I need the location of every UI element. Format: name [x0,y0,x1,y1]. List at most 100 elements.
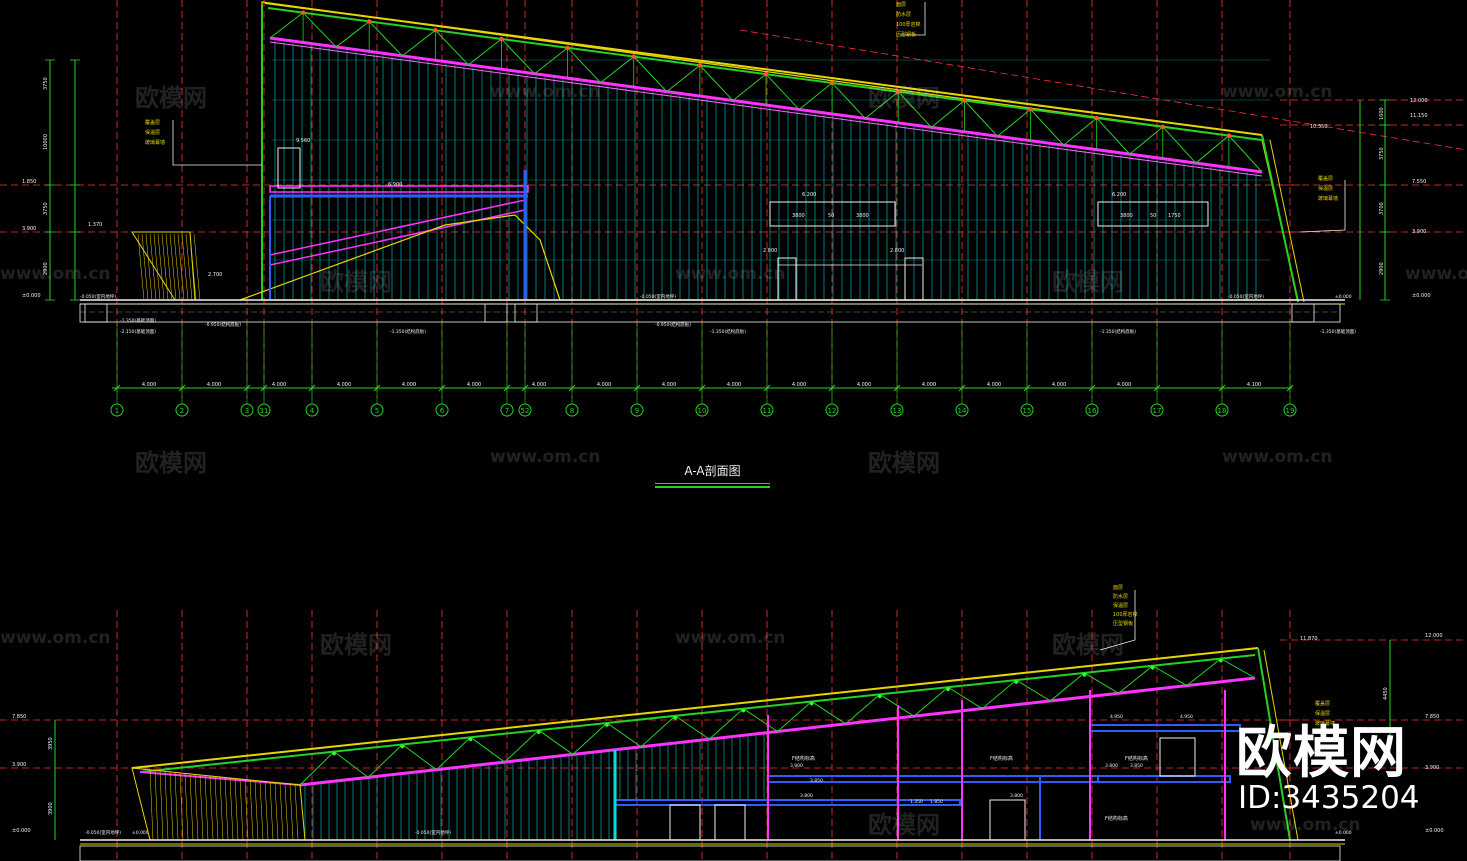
top-misc-label: 6.200 [802,192,816,198]
top-elevation-right: 12.000 [1410,98,1428,104]
bottom-misc-label: ±0.000 [132,830,149,836]
top-span-value: 4.000 [1117,382,1131,388]
bottom-room-label: F结构标高 [1125,755,1148,762]
top-roof-legend-item: 压型钢板 [896,31,916,38]
bottom-roof-legend-item: 面层 [1113,585,1123,591]
top-floor-label: ±0.000 [1335,294,1352,300]
top-floor-label: -0.050(室内地坪) [640,293,676,300]
watermark-brand: 欧模网 [320,631,392,659]
top-truss-node [1226,133,1232,138]
top-below-label: -1.350(结构底板) [1100,328,1136,335]
bottom-elevation-left: 3.900 [12,762,26,768]
section-title-text: A-A剖面图 [684,464,741,478]
watermark-url: www.om.cn [675,264,786,284]
top-wall-legend-left-item: 保温层 [145,129,160,136]
top-span-value: 4.000 [402,382,416,388]
top-misc-label: 1.370 [88,222,102,228]
bottom-misc-label: -0.050(室内地坪) [415,829,451,836]
top-roof-legend-item: 防水层 [896,11,911,18]
top-axis-label: 14 [958,407,967,415]
watermark-url: www.om.cn [490,447,601,467]
bottom-misc-label: 3.800 [1105,763,1118,769]
top-elevation-right: 7.550 [1412,179,1426,185]
top-axis-label: 19 [1286,407,1295,415]
top-span-value: 4.000 [727,382,741,388]
top-axis-label: 31 [260,407,269,415]
top-axis-label: 5 [375,407,379,415]
title-underline-thick [655,486,770,488]
top-truss-node [565,45,570,50]
top-span-value: 4.000 [207,382,221,388]
top-axis-label: 7 [505,407,509,415]
bottom-room-label: F结构标高 [990,755,1013,762]
bottom-truss-node [1219,658,1223,663]
top-truss-node [631,54,636,59]
top-span-value: 4.000 [142,382,156,388]
top-misc-label: 50 [1150,213,1156,219]
top-axis-label: 18 [1218,407,1227,415]
top-misc-label: 9.560 [296,138,310,144]
bottom-truss-node [536,730,541,734]
watermark-brand: 欧模网 [320,268,392,296]
bottom-truss-node [400,744,405,749]
top-wall-legend-left-item: 覆盖层 [145,119,160,126]
top-truss-node [300,10,306,15]
watermark-url: www.om.cn [1222,82,1333,102]
top-span-value: 4.000 [857,382,871,388]
top-below-label: -2.150(基础顶面) [120,328,156,335]
top-axis-label: 52 [521,407,530,415]
bottom-room-label: F结构标高 [792,755,815,762]
watermark-brand: 欧模网 [135,449,207,477]
top-span-value: 4.000 [1052,382,1066,388]
bottom-truss-node [1082,673,1087,677]
top-axis-label: 15 [1023,407,1032,415]
watermark-url: www.om.cn [0,264,111,284]
watermark-url: www.om.cn [1222,447,1333,467]
bottom-right-dim-value: 4450 [1383,687,1389,700]
bottom-misc-label: 3.850 [1130,763,1143,769]
bottom-elevation-left: 7.850 [12,714,26,720]
watermark-brand: 欧模网 [868,811,940,839]
bottom-truss-node [605,723,609,727]
top-axis-label: 6 [440,407,445,415]
top-truss-node [433,28,438,33]
top-misc-label: 2.800 [890,248,904,254]
model-id: ID:3435204 [1238,780,1420,816]
top-truss-node [829,80,835,86]
top-wall-legend-right-item: 玻璃幕墙 [1318,195,1338,202]
bottom-elevation-right: 12.000 [1425,633,1443,639]
top-below-label: -1.350(结构底板) [710,328,746,335]
brand-logo: 欧模网 [1236,721,1407,786]
bottom-wall-legend-item: 覆盖层 [1315,700,1330,707]
top-axis-label: 4 [310,407,315,415]
watermark-brand: 欧模网 [135,84,207,112]
watermark-url: www.om.cn [1250,815,1361,835]
bottom-truss-node [809,701,814,706]
top-floor-label: -0.050(室内地坪) [1228,293,1264,300]
top-span-value: 4.000 [662,382,676,388]
title-underline-thin [655,483,770,484]
top-elevation-right: ±0.000 [1412,293,1431,299]
top-truss-node [1094,115,1099,121]
bottom-misc-label: 4.950 [1180,714,1193,720]
top-axis-label: 12 [828,407,837,415]
top-misc-label: 50 [828,213,834,219]
top-right-dim-value: 3700 [1379,202,1385,215]
top-wall-legend-left-item: 玻璃幕墙 [145,139,165,146]
top-elevation-right: 11.150 [1410,113,1428,119]
top-truss-node [962,98,967,103]
top-misc-label: 6.900 [388,182,402,188]
bottom-misc-label: -0.050(室内地坪) [85,829,121,836]
watermark-brand: 欧模网 [868,449,940,477]
top-truss-node [763,71,769,77]
bottom-truss-node [332,751,336,756]
top-axis-label: 8 [570,407,574,415]
top-axis-label: 9 [635,407,639,415]
watermark-brand: 欧模网 [1052,631,1124,659]
top-span-value: 4.000 [532,382,546,388]
top-right-dim-value: 3750 [1379,147,1385,160]
section-title: A-A剖面图 [655,462,770,488]
top-below-label: -0.950(结构底板) [655,321,691,328]
bottom-roof-legend-item: 100厚岩棉 [1113,611,1138,618]
top-below-label: -1.350(基础顶面) [1320,328,1356,335]
